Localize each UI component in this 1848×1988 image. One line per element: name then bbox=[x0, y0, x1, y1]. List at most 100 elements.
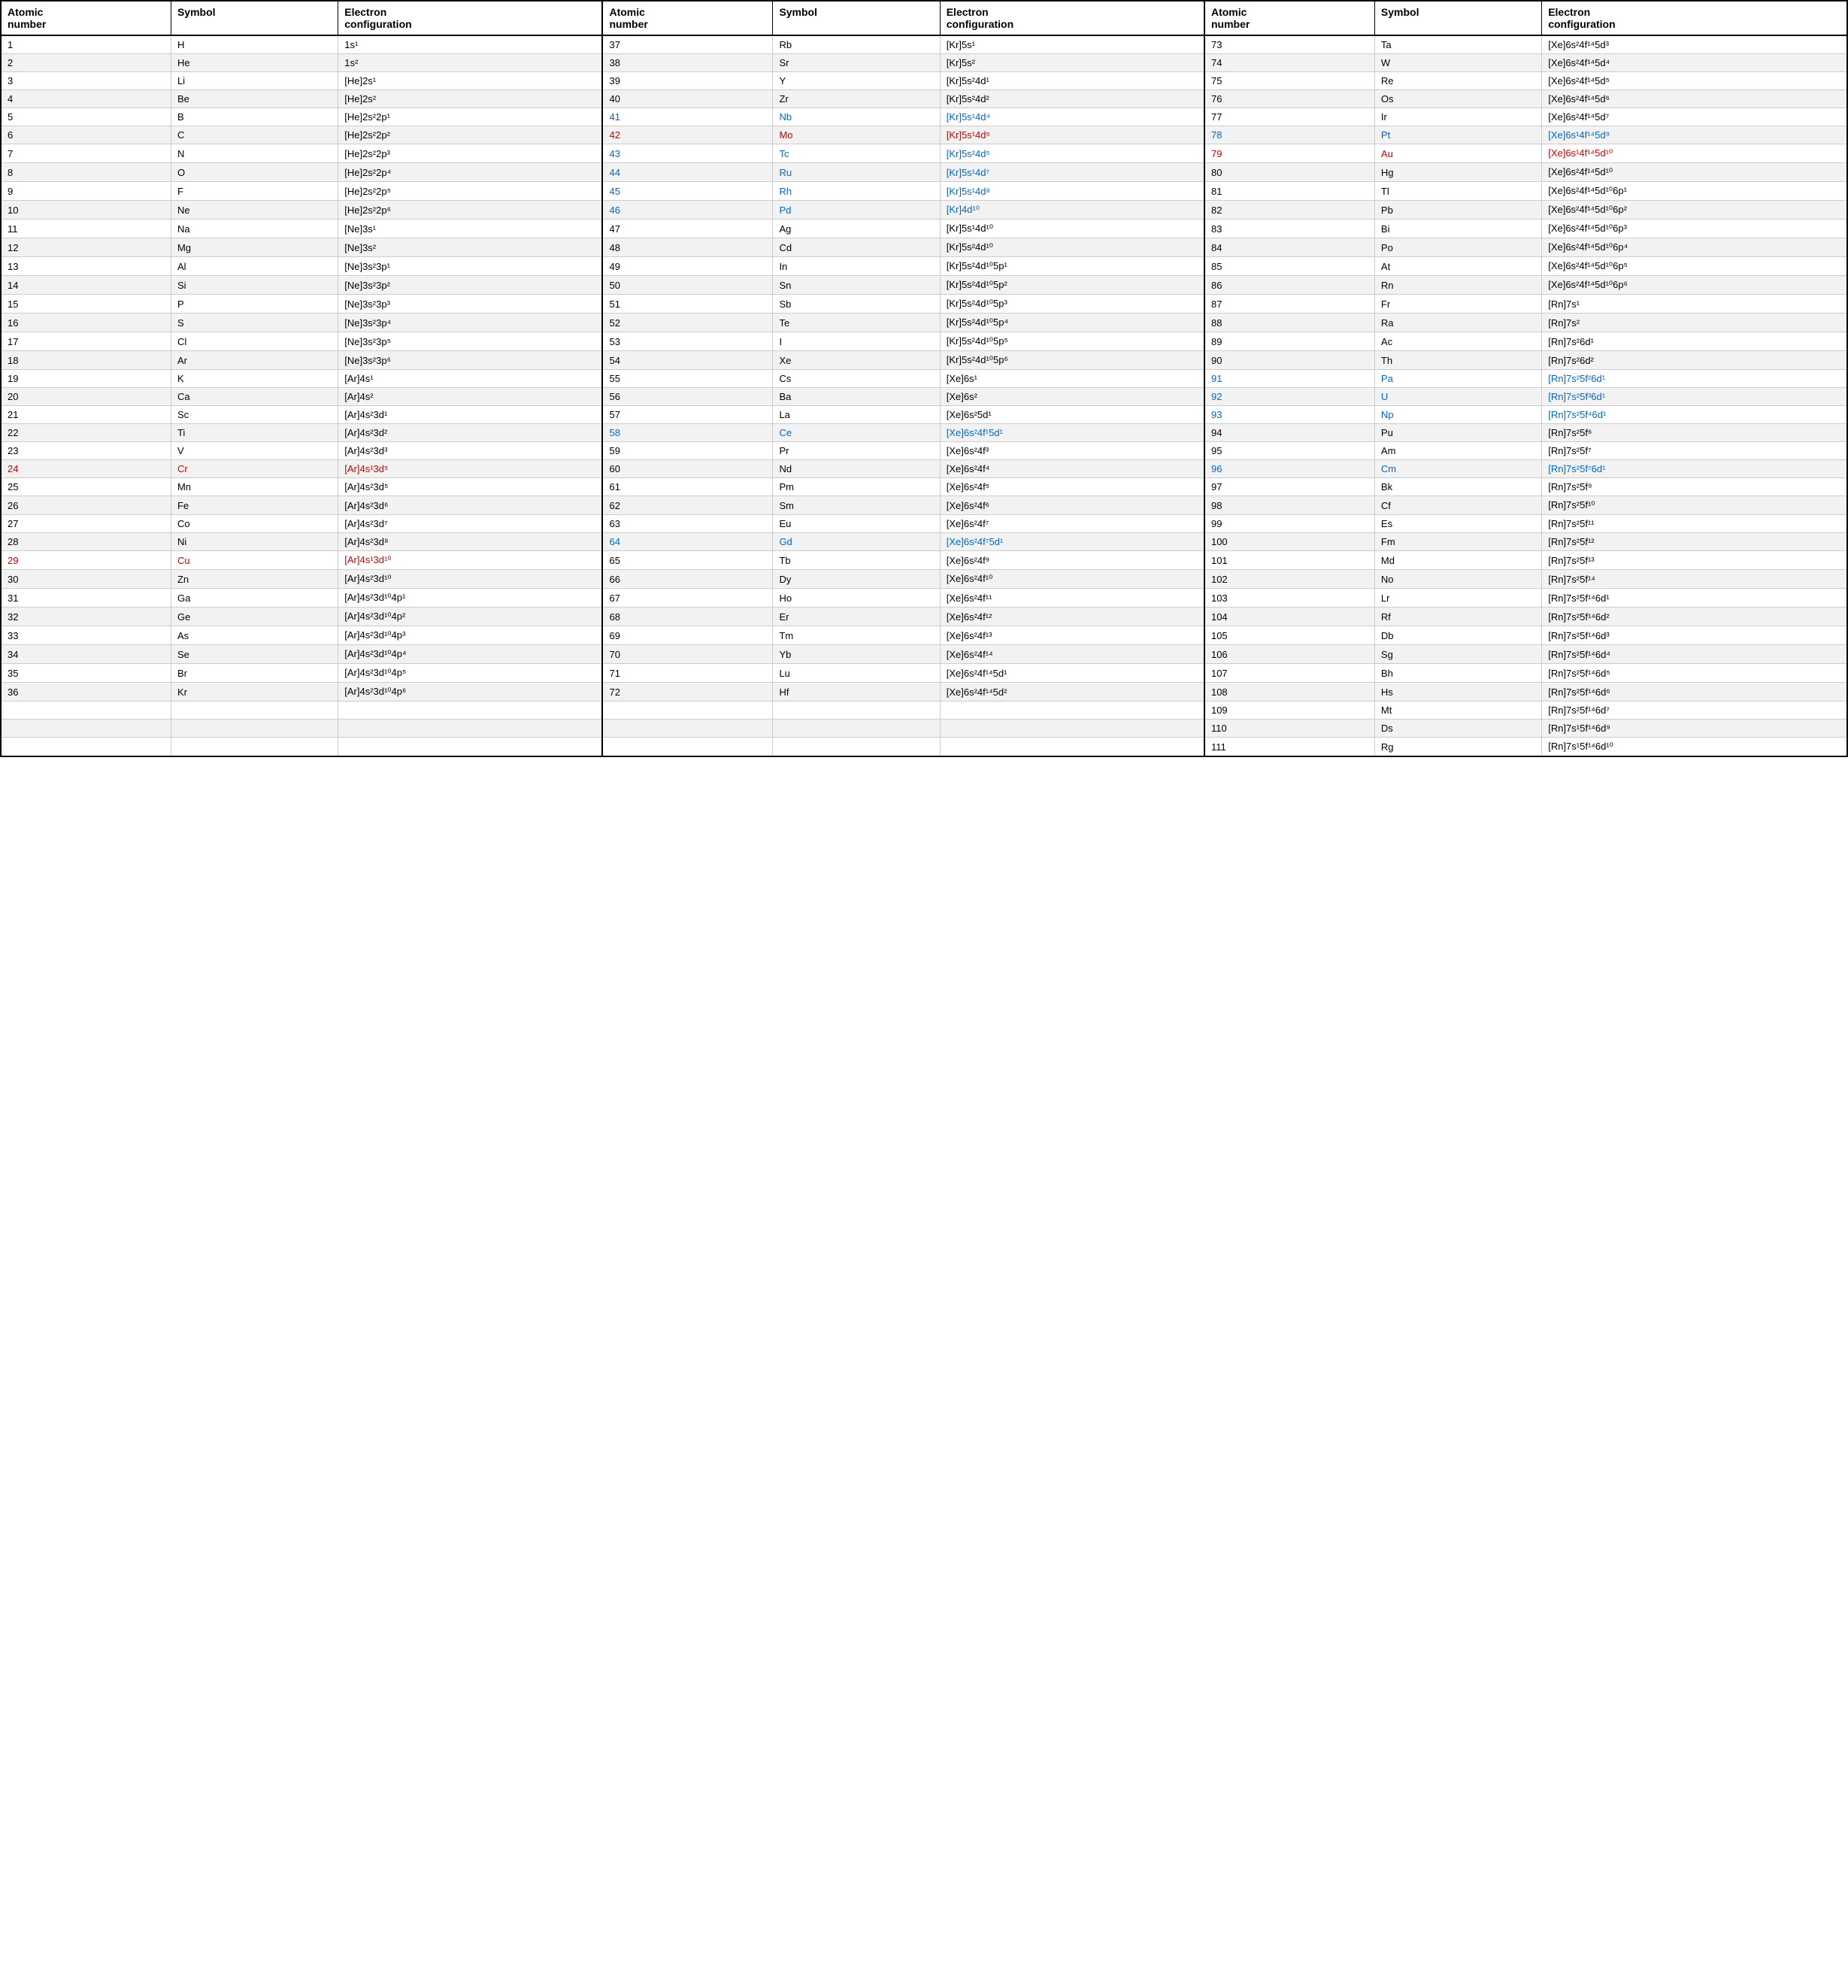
symbol: Db bbox=[1374, 626, 1541, 645]
header-symbol-2: Symbol bbox=[773, 1, 940, 35]
symbol: Ru bbox=[773, 163, 940, 182]
electron-config: [Kr]5s¹ bbox=[940, 35, 1204, 54]
atomic-number: 26 bbox=[1, 496, 171, 515]
symbol: P bbox=[171, 295, 338, 314]
atomic-number: 109 bbox=[1204, 702, 1374, 720]
electron-config: [Rn]7s²5f¹⁴6d³ bbox=[1542, 626, 1847, 645]
atomic-number: 108 bbox=[1204, 683, 1374, 702]
electron-config: [He]2s¹ bbox=[338, 72, 603, 90]
symbol: Tm bbox=[773, 626, 940, 645]
symbol: Ne bbox=[171, 201, 338, 220]
electron-config bbox=[338, 720, 603, 738]
symbol: W bbox=[1374, 54, 1541, 72]
electron-config: [Rn]7s²5f¹² bbox=[1542, 533, 1847, 551]
symbol: Lr bbox=[1374, 589, 1541, 608]
symbol: He bbox=[171, 54, 338, 72]
atomic-number: 31 bbox=[1, 589, 171, 608]
atomic-number: 56 bbox=[602, 388, 772, 406]
symbol: Rg bbox=[1374, 738, 1541, 757]
symbol: Fr bbox=[1374, 295, 1541, 314]
atomic-number: 12 bbox=[1, 238, 171, 257]
atomic-number: 84 bbox=[1204, 238, 1374, 257]
symbol: Nd bbox=[773, 460, 940, 478]
electron-config bbox=[338, 702, 603, 720]
atomic-number: 72 bbox=[602, 683, 772, 702]
symbol: Pb bbox=[1374, 201, 1541, 220]
atomic-number: 94 bbox=[1204, 424, 1374, 442]
electron-config bbox=[338, 738, 603, 757]
symbol: Ir bbox=[1374, 108, 1541, 126]
atomic-number: 19 bbox=[1, 370, 171, 388]
electron-config: [Rn]7s²5f¹⁴6d⁶ bbox=[1542, 683, 1847, 702]
symbol: Sb bbox=[773, 295, 940, 314]
atomic-number: 86 bbox=[1204, 276, 1374, 295]
symbol: Er bbox=[773, 608, 940, 626]
electron-config: [Rn]7s²5f⁴6d¹ bbox=[1542, 406, 1847, 424]
electron-config: [Kr]5s²4d¹⁰5p⁵ bbox=[940, 332, 1204, 351]
atomic-number: 48 bbox=[602, 238, 772, 257]
atomic-number: 78 bbox=[1204, 126, 1374, 144]
electron-config: [Ar]4s²3d² bbox=[338, 424, 603, 442]
symbol: Sg bbox=[1374, 645, 1541, 664]
electron-config: [Ar]4s²3d³ bbox=[338, 442, 603, 460]
atomic-number: 24 bbox=[1, 460, 171, 478]
atomic-number bbox=[602, 720, 772, 738]
atomic-number: 7 bbox=[1, 144, 171, 163]
symbol: Sn bbox=[773, 276, 940, 295]
electron-config: [Ar]4s¹3d⁵ bbox=[338, 460, 603, 478]
atomic-number: 28 bbox=[1, 533, 171, 551]
electron-config: [Ne]3s²3p³ bbox=[338, 295, 603, 314]
electron-config: [Xe]6s²4f¹5d¹ bbox=[940, 424, 1204, 442]
symbol: Tb bbox=[773, 551, 940, 570]
symbol: Pt bbox=[1374, 126, 1541, 144]
electron-config: [Rn]7s¹5f¹⁴6d¹⁰ bbox=[1542, 738, 1847, 757]
electron-config: [Ar]4s¹ bbox=[338, 370, 603, 388]
symbol: Dy bbox=[773, 570, 940, 589]
electron-config: [Rn]7s²5f¹³ bbox=[1542, 551, 1847, 570]
electron-config: [Kr]4d¹⁰ bbox=[940, 201, 1204, 220]
electron-config: [Xe]6s²4f¹⁴5d⁵ bbox=[1542, 72, 1847, 90]
electron-config: 1s¹ bbox=[338, 35, 603, 54]
electron-config: [Ne]3s²3p⁵ bbox=[338, 332, 603, 351]
atomic-number: 29 bbox=[1, 551, 171, 570]
electron-config: [Kr]5s¹4d⁵ bbox=[940, 126, 1204, 144]
symbol bbox=[773, 702, 940, 720]
electron-config: [Rn]7s²5f¹⁴6d² bbox=[1542, 608, 1847, 626]
symbol: Ho bbox=[773, 589, 940, 608]
symbol: Rb bbox=[773, 35, 940, 54]
atomic-number: 59 bbox=[602, 442, 772, 460]
symbol: Xe bbox=[773, 351, 940, 370]
atomic-number: 42 bbox=[602, 126, 772, 144]
electron-config: [Rn]7s²5f²6d¹ bbox=[1542, 370, 1847, 388]
atomic-number: 89 bbox=[1204, 332, 1374, 351]
symbol: Th bbox=[1374, 351, 1541, 370]
atomic-number: 96 bbox=[1204, 460, 1374, 478]
electron-config: [Rn]7s²5f⁷ bbox=[1542, 442, 1847, 460]
electron-config: [Xe]6s²4f¹⁴5d¹⁰6p⁴ bbox=[1542, 238, 1847, 257]
electron-config: [Xe]6s²4f¹² bbox=[940, 608, 1204, 626]
electron-config: [He]2s²2p¹ bbox=[338, 108, 603, 126]
symbol: Be bbox=[171, 90, 338, 108]
symbol: B bbox=[171, 108, 338, 126]
electron-config: [Kr]5s¹4d⁷ bbox=[940, 163, 1204, 182]
electron-config: [Xe]6s²4f⁷ bbox=[940, 515, 1204, 533]
atomic-number: 16 bbox=[1, 314, 171, 332]
symbol: Os bbox=[1374, 90, 1541, 108]
atomic-number: 50 bbox=[602, 276, 772, 295]
atomic-number: 15 bbox=[1, 295, 171, 314]
atomic-number: 103 bbox=[1204, 589, 1374, 608]
atomic-number: 57 bbox=[602, 406, 772, 424]
electron-config: [Ne]3s²3p⁴ bbox=[338, 314, 603, 332]
electron-config: [Kr]5s²4d² bbox=[940, 90, 1204, 108]
symbol: Sc bbox=[171, 406, 338, 424]
electron-config: [Xe]6s¹ bbox=[940, 370, 1204, 388]
electron-config: [Ar]4s²3d⁷ bbox=[338, 515, 603, 533]
symbol: Pa bbox=[1374, 370, 1541, 388]
electron-config: [Rn]7s² bbox=[1542, 314, 1847, 332]
electron-config: [Xe]6s²4f¹⁴5d³ bbox=[1542, 35, 1847, 54]
symbol: Ar bbox=[171, 351, 338, 370]
symbol: Ge bbox=[171, 608, 338, 626]
atomic-number: 3 bbox=[1, 72, 171, 90]
symbol: Ds bbox=[1374, 720, 1541, 738]
atomic-number: 37 bbox=[602, 35, 772, 54]
